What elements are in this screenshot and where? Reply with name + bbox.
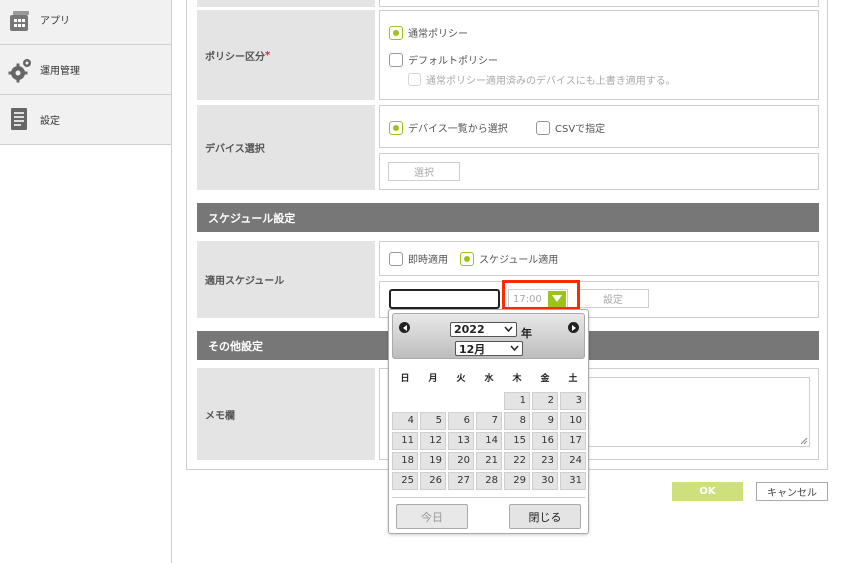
calendar-day[interactable]: 1 [504, 392, 530, 410]
calendar-day[interactable]: 19 [420, 452, 446, 470]
calendar-day[interactable]: 23 [532, 452, 558, 470]
calendar-day[interactable]: 6 [448, 412, 474, 430]
cancel-button[interactable]: キャンセル [756, 482, 828, 501]
calendar-day[interactable]: 11 [392, 432, 418, 450]
device-select-button[interactable]: 選択 [388, 162, 460, 181]
schedule-section-header: スケジュール設定 [197, 203, 819, 232]
calendar-day[interactable]: 14 [476, 432, 502, 450]
weekday-label: 日 [400, 374, 410, 384]
radio-unchecked[interactable] [536, 120, 550, 135]
divider [392, 497, 585, 498]
calendar-day[interactable]: 7 [476, 412, 502, 430]
calendar-day[interactable]: 26 [420, 472, 446, 490]
radio-csv[interactable]: CSVで指定 [536, 120, 605, 135]
calendar-day[interactable]: 2 [532, 392, 558, 410]
device-select-label: デバイス選択 [197, 105, 375, 190]
sidebar-item-label: 設定 [40, 116, 60, 127]
memo-label: メモ欄 [197, 368, 375, 460]
sidebar-item-label: 運用管理 [40, 66, 80, 77]
calendar-day[interactable]: 3 [560, 392, 586, 410]
calendar-day[interactable]: 31 [560, 472, 586, 490]
radio-checked[interactable] [460, 251, 474, 266]
overwrite-checkbox[interactable]: 通常ポリシー適用済みのデバイスにも上書き適用する。 [408, 72, 676, 87]
checkbox-disabled[interactable] [408, 73, 421, 86]
calendar-day[interactable]: 15 [504, 432, 530, 450]
app-grid-icon [8, 7, 32, 33]
calendar-day[interactable]: 16 [532, 432, 558, 450]
radio-default-policy[interactable]: デフォルトポリシー [389, 52, 498, 67]
radio-unchecked[interactable] [389, 251, 403, 266]
radio-device-list[interactable]: デバイス一覧から選択 [389, 120, 508, 135]
weekday-label: 火 [456, 374, 466, 384]
schedule-set-button[interactable]: 設定 [577, 289, 649, 308]
weekday-label: 金 [540, 374, 550, 384]
calendar-day[interactable]: 12 [420, 432, 446, 450]
calendar-day[interactable]: 17 [560, 432, 586, 450]
radio-normal-policy[interactable]: 通常ポリシー [389, 25, 468, 40]
prev-month-icon[interactable] [399, 322, 410, 333]
apply-schedule-label: 適用スケジュール [197, 241, 375, 318]
calendar-day[interactable]: 18 [392, 452, 418, 470]
date-picker-popup: 2022 年 12月 日月火水木金土 1 2 3 4 5 6 7 8 9 10 11 12 13 14 15… [388, 309, 589, 534]
next-month-icon[interactable] [568, 322, 579, 333]
calendar-day[interactable]: 5 [420, 412, 446, 430]
today-button[interactable]: 今日 [396, 504, 468, 529]
weekday-label: 月 [428, 374, 438, 384]
year-select[interactable]: 2022 [450, 322, 517, 337]
ok-button[interactable]: OK [672, 482, 743, 501]
policy-type-label: ポリシー区分 * [197, 10, 375, 100]
radio-checked[interactable] [389, 120, 403, 135]
close-calendar-button[interactable]: 閉じる [509, 504, 581, 529]
calendar-day[interactable]: 10 [560, 412, 586, 430]
radio-schedule[interactable]: スケジュール適用 [460, 251, 558, 266]
chevron-down-icon [510, 345, 519, 352]
weekday-label: 土 [568, 374, 578, 384]
sidebar-item-apps[interactable]: アプリ [0, 0, 171, 45]
date-picker-header: 2022 年 12月 [392, 313, 585, 359]
previous-row-label [197, 0, 375, 7]
month-select[interactable]: 12月 [455, 341, 523, 356]
calendar-day[interactable]: 25 [392, 472, 418, 490]
weekday-label: 水 [484, 374, 494, 384]
sidebar-item-label: アプリ [40, 16, 70, 27]
schedule-date-input[interactable] [389, 289, 500, 309]
sidebar: アプリ 運用管理 設定 [0, 0, 172, 563]
calendar-day[interactable]: 13 [448, 432, 474, 450]
year-suffix: 年 [521, 327, 532, 340]
sidebar-item-operations[interactable]: 運用管理 [0, 45, 171, 95]
calendar-day[interactable]: 28 [476, 472, 502, 490]
sidebar-item-settings[interactable]: 設定 [0, 95, 171, 145]
calendar-day[interactable]: 22 [504, 452, 530, 470]
weekday-label: 木 [512, 374, 522, 384]
chevron-down-icon [504, 326, 513, 333]
radio-immediate[interactable]: 即時適用 [389, 251, 448, 266]
calendar-day[interactable]: 29 [504, 472, 530, 490]
calendar-day[interactable]: 27 [448, 472, 474, 490]
calendar-day[interactable]: 20 [448, 452, 474, 470]
radio-unchecked[interactable] [389, 52, 403, 67]
gears-icon [8, 57, 32, 83]
calendar-day[interactable]: 8 [504, 412, 530, 430]
calendar-day[interactable]: 9 [532, 412, 558, 430]
radio-checked[interactable] [389, 25, 403, 40]
memo-textarea[interactable] [580, 377, 810, 447]
calendar-day[interactable]: 21 [476, 452, 502, 470]
document-icon [8, 107, 32, 133]
resize-handle-icon [800, 437, 808, 445]
calendar-day[interactable]: 4 [392, 412, 418, 430]
time-select-highlight [502, 280, 580, 310]
calendar-day[interactable]: 24 [560, 452, 586, 470]
previous-row-cell [379, 0, 819, 7]
calendar-day[interactable]: 30 [532, 472, 558, 490]
